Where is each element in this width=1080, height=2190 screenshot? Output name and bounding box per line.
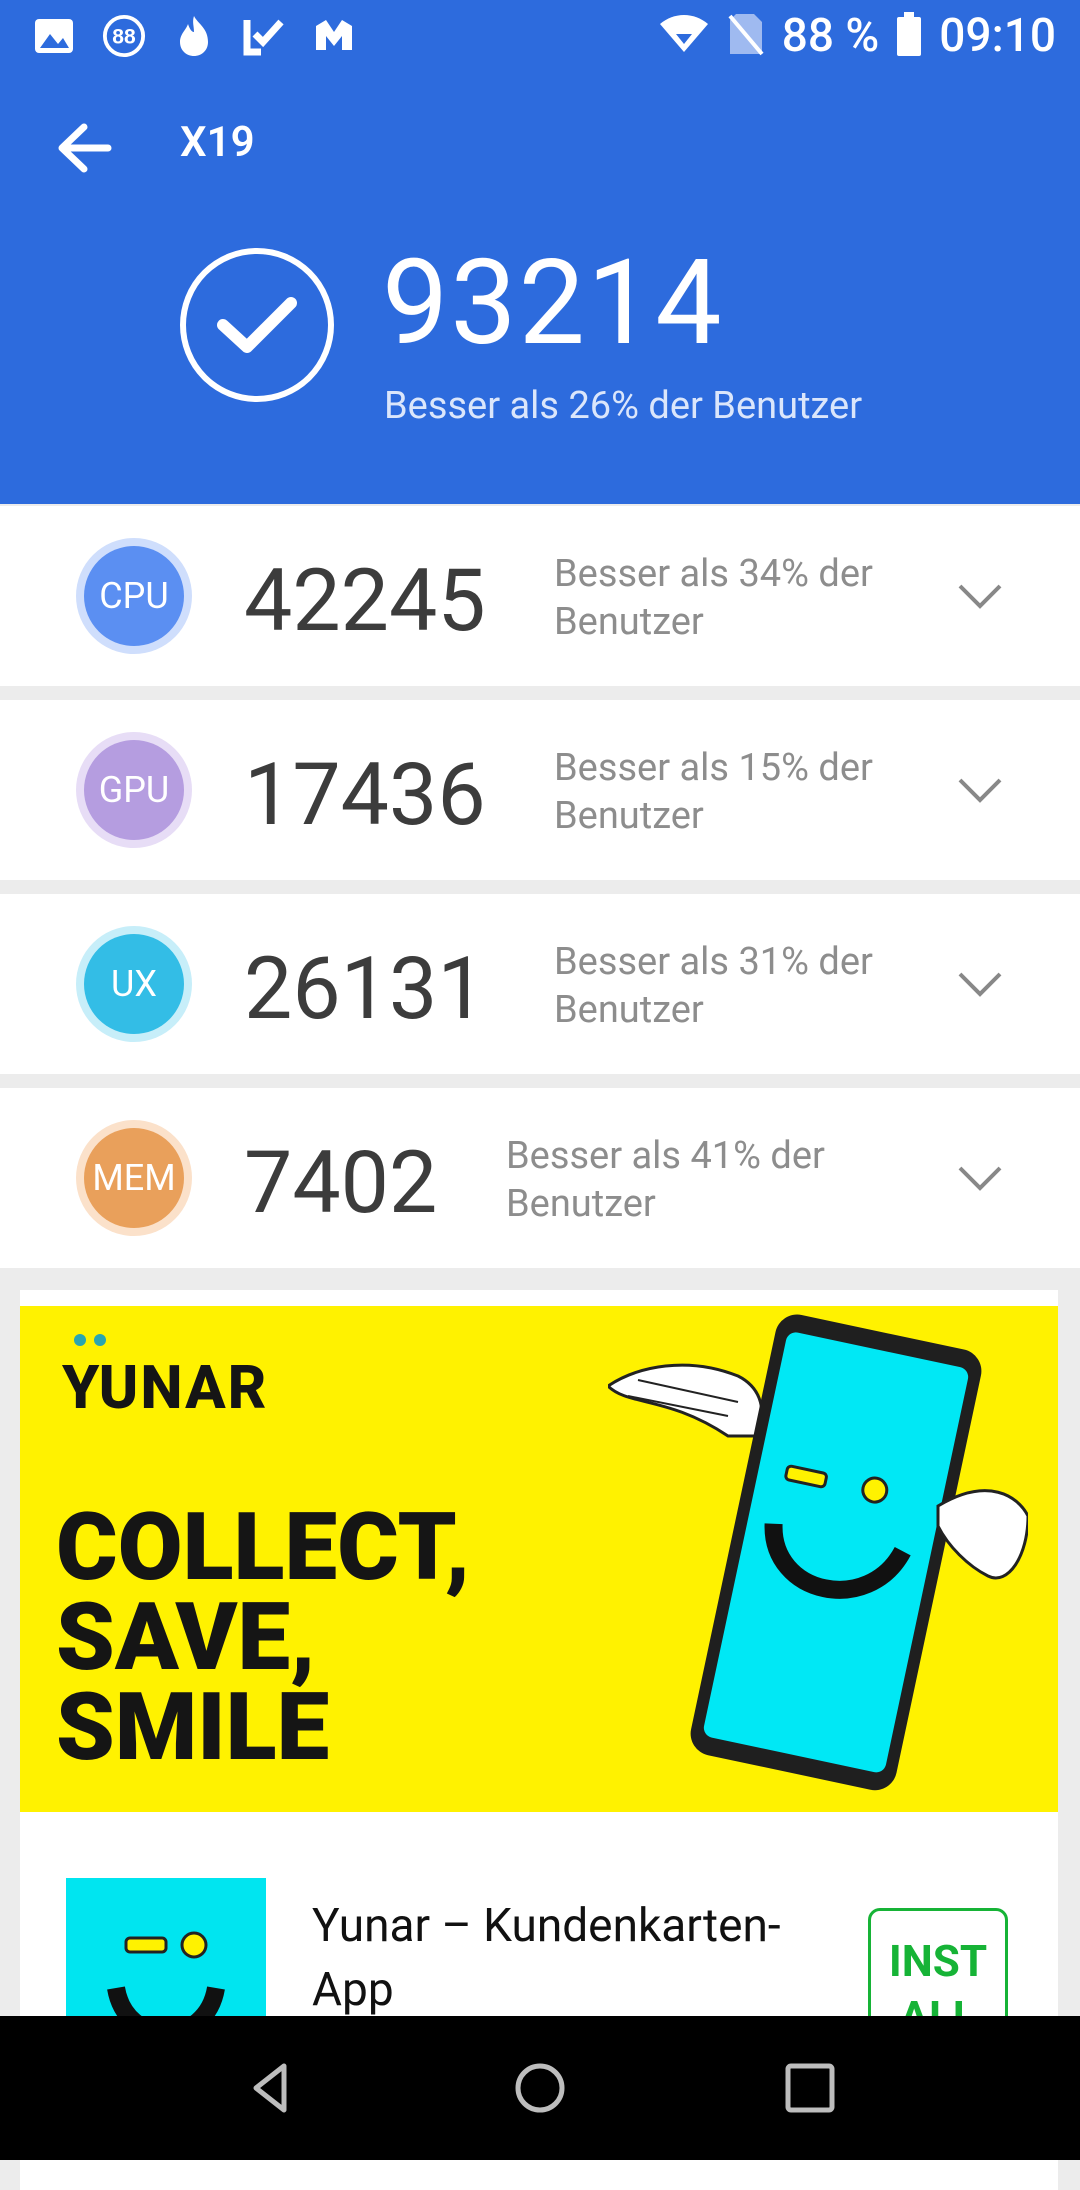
gallery-icon: [32, 14, 76, 58]
total-score-subtitle: Besser als 26% der Benutzer: [384, 384, 863, 428]
ux-badge: UX: [76, 926, 192, 1042]
brand-eyes-icon: [74, 1334, 106, 1346]
score-row-cpu[interactable]: CPU 42245 Besser als 34% der Benutzer: [0, 506, 1080, 686]
mem-score: 7402: [244, 1132, 438, 1233]
wifi-icon: [658, 14, 710, 58]
ad-tagline-line2: SAVE,: [56, 1582, 316, 1692]
ad-tagline-line3: SMILE: [56, 1672, 330, 1782]
ux-score: 26131: [244, 938, 486, 1039]
arrow-left-icon: [58, 123, 112, 173]
ad-tagline: COLLECT, SAVE, SMILE: [56, 1492, 471, 1782]
status-right: 88 % 09:10: [658, 8, 1056, 64]
battery-icon: [897, 12, 922, 60]
svg-text:88: 88: [112, 26, 136, 49]
mem-badge-label: MEM: [84, 1128, 184, 1228]
ad-app-name[interactable]: Yunar – Kundenkarten-App: [312, 1894, 832, 2022]
notification-88-icon: 88: [102, 14, 146, 58]
status-bar: 88 88 % 09:10: [0, 0, 1080, 72]
score-row-mem[interactable]: MEM 7402 Besser als 41% der Benutzer: [0, 1088, 1080, 1268]
gpu-badge-label: GPU: [84, 740, 184, 840]
ad-tagline-line1: COLLECT,: [56, 1492, 471, 1602]
ux-badge-label: UX: [84, 934, 184, 1034]
result-header: X19 93214 Besser als 26% der Benutzer: [0, 72, 1080, 504]
gpu-score-desc: Besser als 15% der Benutzer: [554, 746, 873, 838]
check-circle-icon: [180, 248, 334, 402]
score-row-gpu[interactable]: GPU 17436 Besser als 15% der Benutzer: [0, 700, 1080, 880]
gpu-badge: GPU: [76, 732, 192, 848]
recents-square-icon[interactable]: [782, 2060, 838, 2116]
phone-with-wings-illustration: [608, 1314, 1028, 1791]
flame-icon: [172, 14, 216, 58]
chevron-down-icon[interactable]: [956, 772, 1004, 808]
cpu-badge-label: CPU: [84, 546, 184, 646]
score-row-ux[interactable]: UX 26131 Besser als 31% der Benutzer: [0, 894, 1080, 1074]
ad-banner[interactable]: YUNAR COLLECT, SAVE, SMILE: [20, 1306, 1058, 1812]
cpu-score: 42245: [244, 550, 486, 651]
cpu-score-desc: Besser als 34% der Benutzer: [554, 552, 873, 644]
ad-brand: YUNAR: [62, 1352, 269, 1423]
mem-score-desc: Besser als 41% der Benutzer: [506, 1134, 825, 1226]
no-sim-icon: [728, 12, 764, 60]
ux-score-desc: Besser als 31% der Benutzer: [554, 940, 873, 1032]
chevron-down-icon[interactable]: [956, 578, 1004, 614]
status-left-icons: 88: [32, 14, 356, 58]
clock: 09:10: [939, 9, 1056, 63]
chevron-down-icon[interactable]: [956, 1160, 1004, 1196]
cpu-badge: CPU: [76, 538, 192, 654]
back-triangle-icon[interactable]: [244, 2060, 300, 2116]
battery-percent: 88 %: [781, 9, 880, 63]
home-circle-icon[interactable]: [512, 2060, 568, 2116]
page-title: X19: [180, 118, 255, 167]
gpu-score: 17436: [244, 744, 486, 845]
m-app-icon: [312, 14, 356, 58]
check-app-icon: [242, 14, 286, 58]
total-score: 93214: [382, 234, 724, 372]
system-nav-bar: [0, 2016, 1080, 2160]
chevron-down-icon[interactable]: [956, 966, 1004, 1002]
mem-badge: MEM: [76, 1120, 192, 1236]
back-button[interactable]: [52, 116, 116, 180]
